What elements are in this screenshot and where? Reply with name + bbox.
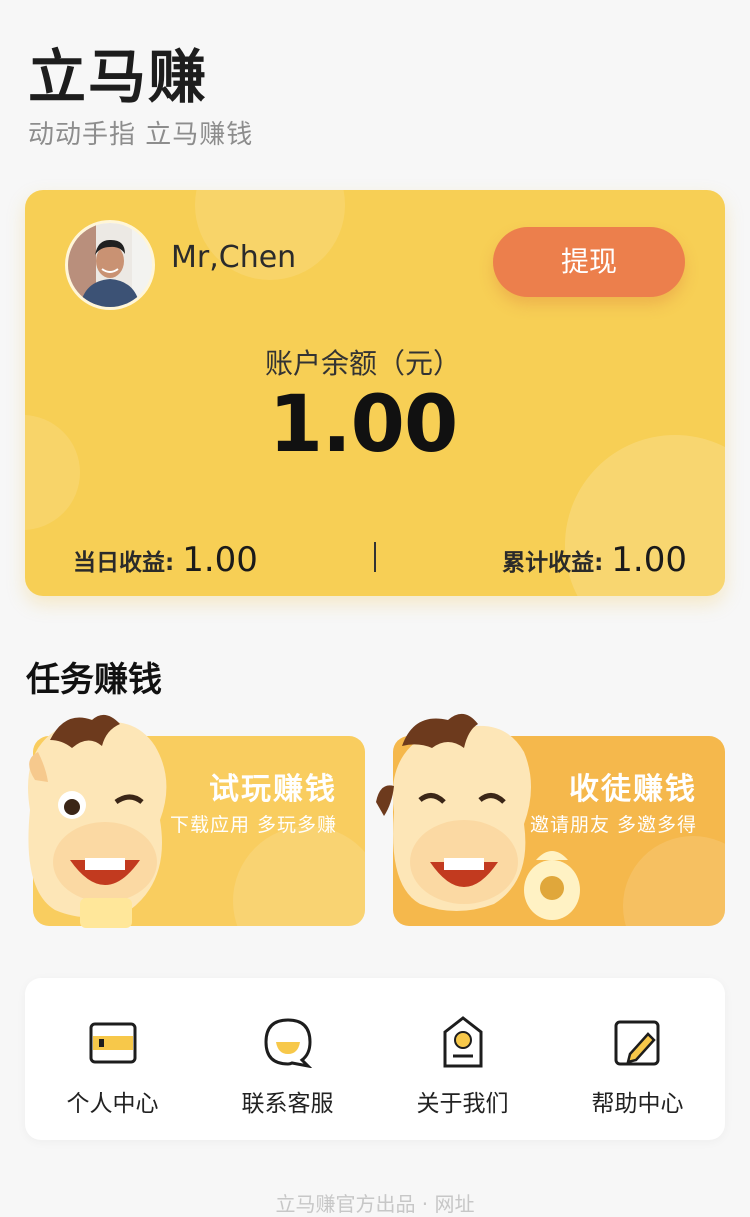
total-earnings-label: 累计收益: xyxy=(502,550,604,576)
edit-icon xyxy=(614,1020,659,1066)
menu-item-customer-service[interactable]: 联系客服 xyxy=(200,1016,375,1118)
stat-divider xyxy=(374,542,376,572)
footer-text: 立马赚官方出品 · 网址 xyxy=(275,1192,475,1216)
menu-item-label: 个人中心 xyxy=(66,1091,159,1117)
menu-item-about-us[interactable]: 关于我们 xyxy=(375,1016,550,1118)
menu-item-label: 联系客服 xyxy=(241,1091,334,1117)
total-earnings: 累计收益: 1.00 xyxy=(502,540,687,580)
menu-item-label: 帮助中心 xyxy=(591,1091,684,1117)
task-title: 收徒赚钱 xyxy=(569,772,697,807)
balance-value: 1.00 xyxy=(268,380,458,470)
task-title: 试玩赚钱 xyxy=(209,772,337,807)
withdraw-button[interactable]: 提现 xyxy=(493,227,685,297)
balance-card: Mr,Chen 提现 账户余额（元） 1.00 当日收益: 1.00 累计收益: 1… xyxy=(25,190,725,596)
horse-money-mascot-icon xyxy=(376,713,580,920)
username: Mr,Chen xyxy=(171,240,297,275)
app-title: 立马赚 xyxy=(28,43,209,111)
section-title-tasks: 任务赚钱 xyxy=(26,660,162,700)
menu-item-personal-center[interactable]: 个人中心 xyxy=(25,1016,200,1118)
task-desc: 下载应用 多玩多赚 xyxy=(169,814,337,836)
chat-icon xyxy=(263,1018,312,1068)
menu-item-label: 关于我们 xyxy=(416,1091,509,1117)
horse-mascot-icon xyxy=(28,714,167,928)
balance-label: 账户余额（元） xyxy=(264,347,461,380)
today-earnings: 当日收益: 1.00 xyxy=(73,540,258,580)
total-earnings-value: 1.00 xyxy=(611,540,687,580)
user-photo-icon xyxy=(68,223,152,307)
menu-item-help-center[interactable]: 帮助中心 xyxy=(550,1016,725,1118)
app-subtitle: 动动手指 立马赚钱 xyxy=(28,120,254,150)
avatar[interactable] xyxy=(65,220,155,310)
wallet-icon xyxy=(89,1022,136,1064)
tag-icon xyxy=(443,1016,482,1068)
menu-panel: 个人中心 联系客服 关于我们 帮助中心 xyxy=(25,978,725,1140)
today-earnings-label: 当日收益: xyxy=(73,550,175,576)
today-earnings-value: 1.00 xyxy=(182,540,258,580)
